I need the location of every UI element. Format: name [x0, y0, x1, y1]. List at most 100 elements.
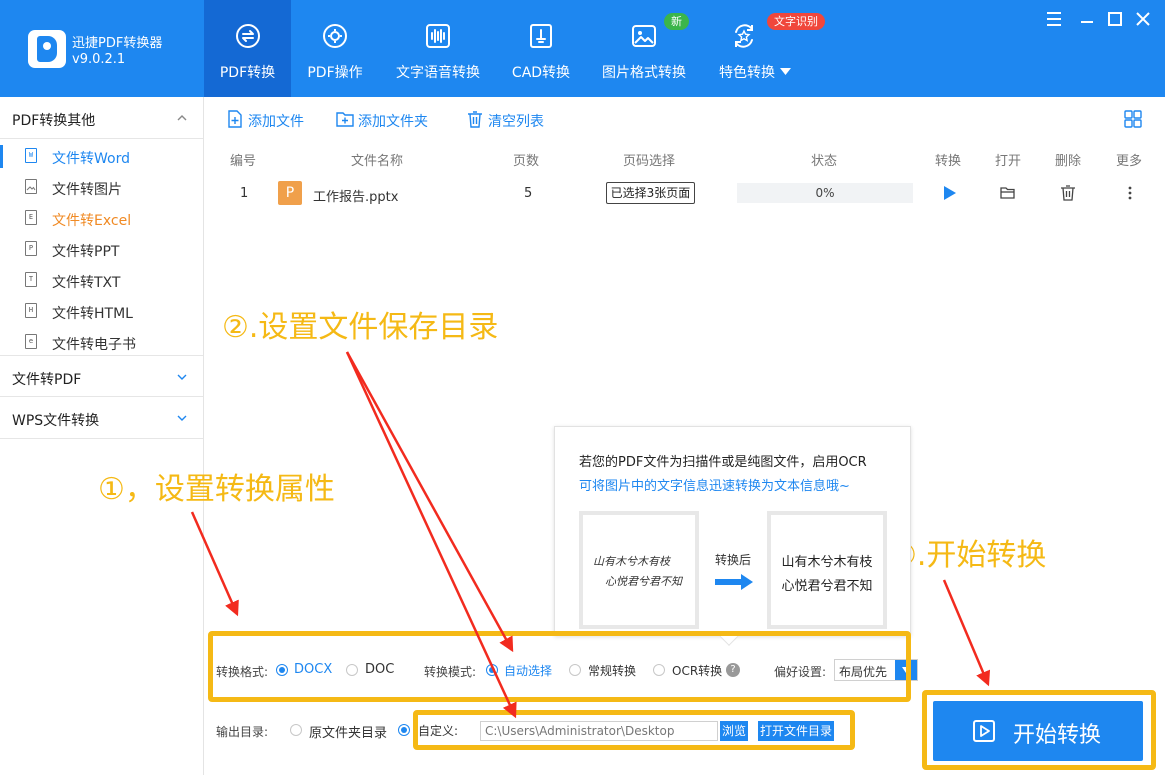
- app-version: v9.0.2.1: [72, 52, 126, 67]
- gear-circle-icon: [323, 24, 347, 48]
- sidebar-item-ebook[interactable]: e 文件转电子书: [0, 327, 203, 358]
- close-icon[interactable]: [1134, 10, 1152, 28]
- sidebar-item-label: 文件转电子书: [52, 337, 136, 353]
- handwriting-line2: 心悦君兮君不知: [605, 575, 682, 588]
- feature-convert-icon: [735, 24, 753, 48]
- chevron-down-icon: [177, 374, 187, 380]
- add-folder-label: 添加文件夹: [358, 114, 428, 130]
- ocr-before-image: 山有木兮木有枝 心悦君兮君不知: [579, 511, 699, 629]
- image-icon: [632, 25, 656, 47]
- row-pages: 5: [524, 186, 533, 201]
- sidebar-item-excel[interactable]: E 文件转Excel: [0, 203, 203, 234]
- word-file-icon: W: [25, 148, 37, 163]
- app-header: 迅捷PDF转换器 v9.0.2.1 PDF转换 PDF操作 文字语音转换 CAD…: [0, 0, 1165, 97]
- sidebar-item-label: 文件转PPT: [52, 244, 120, 260]
- audio-wave-icon: [426, 24, 450, 48]
- after-label: 转换后: [715, 553, 752, 567]
- tab-label: PDF操作: [307, 65, 363, 81]
- column-header-status: 状态: [811, 154, 838, 169]
- tab-pdf-convert[interactable]: PDF转换: [204, 0, 291, 97]
- trash-icon: [468, 111, 482, 128]
- annotation-step1: ①，设置转换属性: [98, 472, 335, 507]
- play-icon[interactable]: [941, 185, 957, 201]
- output-original-radio[interactable]: [290, 724, 302, 736]
- new-badge: 新: [664, 13, 689, 30]
- sidebar-group-pdf-other[interactable]: PDF转换其他: [0, 97, 203, 139]
- sidebar-item-txt[interactable]: T 文件转TXT: [0, 265, 203, 296]
- sidebar-item-html[interactable]: H 文件转HTML: [0, 296, 203, 327]
- ocr-tip-popup: 若您的PDF文件为扫描件或是纯图文件，启用OCR 可将图片中的文字信息迅速转换为…: [554, 426, 911, 636]
- image-file-icon: [25, 179, 37, 194]
- ocr-text-line2: 心悦君兮君不知: [781, 579, 873, 594]
- sidebar: PDF转换其他 W 文件转Word 文件转图片 E 文件转Excel P 文件转…: [0, 97, 204, 775]
- ocr-text-line1: 山有木兮木有枝: [781, 555, 873, 570]
- ppt-file-icon: P: [278, 181, 302, 205]
- cad-icon: [530, 24, 552, 48]
- row-num: 1: [240, 186, 249, 201]
- page-select-button[interactable]: 已选择3张页面: [606, 182, 695, 204]
- output-custom-radio[interactable]: [398, 724, 410, 736]
- column-header-pages: 页数: [513, 154, 540, 169]
- highlight-conversion-settings: [208, 631, 911, 702]
- sidebar-group-label: PDF转换其他: [12, 113, 96, 129]
- add-file-label: 添加文件: [248, 114, 304, 130]
- column-header-num: 编号: [230, 154, 257, 169]
- sidebar-item-label: 文件转Word: [52, 151, 130, 167]
- sidebar-item-label: 文件转TXT: [52, 275, 121, 291]
- tab-text-voice[interactable]: 文字语音转换: [390, 0, 486, 97]
- minimize-icon[interactable]: [1078, 10, 1096, 28]
- add-folder-icon: [336, 112, 354, 127]
- sidebar-group-wps[interactable]: WPS文件转换: [0, 397, 203, 439]
- tab-cad-convert[interactable]: CAD转换: [504, 0, 578, 97]
- arrow-to-format: [345, 351, 514, 653]
- sidebar-item-image[interactable]: 文件转图片: [0, 172, 203, 203]
- ocr-after-text: 山有木兮木有枝 心悦君兮君不知: [767, 511, 887, 629]
- html-file-icon: H: [25, 303, 37, 318]
- tab-label: 特色转换: [719, 65, 775, 81]
- menu-icon[interactable]: [1045, 10, 1063, 28]
- output-original-label[interactable]: 原文件夹目录: [309, 722, 387, 741]
- row-file-name: 工作报告.pptx: [313, 190, 399, 205]
- column-header-page-select: 页码选择: [623, 154, 676, 169]
- excel-file-icon: E: [25, 210, 37, 225]
- clear-list-label: 清空列表: [488, 114, 544, 130]
- sidebar-item-label: 文件转HTML: [52, 306, 133, 322]
- swap-circle-icon: [235, 24, 260, 48]
- app-logo: [28, 30, 66, 68]
- annotation-step2: ②.设置文件保存目录: [222, 310, 499, 345]
- sidebar-item-word[interactable]: W 文件转Word: [0, 141, 203, 172]
- output-label: 输出目录:: [216, 725, 269, 739]
- delete-icon[interactable]: [1060, 185, 1076, 201]
- column-header-open: 打开: [995, 154, 1022, 169]
- txt-file-icon: T: [25, 272, 37, 287]
- highlight-output-dir: [413, 710, 855, 750]
- maximize-icon[interactable]: [1106, 10, 1124, 28]
- more-icon[interactable]: [1122, 185, 1138, 201]
- tab-label: CAD转换: [511, 65, 571, 81]
- progress-bar: 0%: [737, 183, 913, 203]
- column-header-delete: 删除: [1055, 154, 1082, 169]
- arrow-right-icon: [715, 574, 753, 590]
- sidebar-group-label: 文件转PDF: [12, 372, 82, 388]
- add-file-icon: [228, 110, 242, 128]
- sidebar-item-ppt[interactable]: P 文件转PPT: [0, 234, 203, 265]
- chevron-up-icon: [177, 115, 187, 121]
- annotation-step3: ③.开始转换: [890, 538, 1047, 573]
- tab-pdf-operation[interactable]: PDF操作: [295, 0, 375, 97]
- app-name: 迅捷PDF转换器: [72, 36, 163, 51]
- column-header-more: 更多: [1116, 154, 1143, 169]
- chevron-down-icon: [780, 68, 791, 75]
- column-header-convert: 转换: [935, 154, 962, 169]
- sidebar-item-label: 文件转图片: [52, 182, 122, 198]
- column-header-name: 文件名称: [351, 154, 404, 169]
- handwriting-line1: 山有木兮木有枝: [593, 555, 670, 568]
- chevron-down-icon: [177, 415, 187, 421]
- grid-view-icon[interactable]: [1124, 110, 1142, 128]
- sidebar-group-to-pdf[interactable]: 文件转PDF: [0, 355, 203, 397]
- sidebar-group-label: WPS文件转换: [12, 413, 100, 429]
- arrow-to-start: [942, 579, 991, 687]
- open-folder-icon[interactable]: [1000, 185, 1016, 201]
- ebook-file-icon: e: [25, 334, 37, 349]
- ppt-file-icon: P: [25, 241, 37, 256]
- highlight-start-button: [922, 690, 1156, 770]
